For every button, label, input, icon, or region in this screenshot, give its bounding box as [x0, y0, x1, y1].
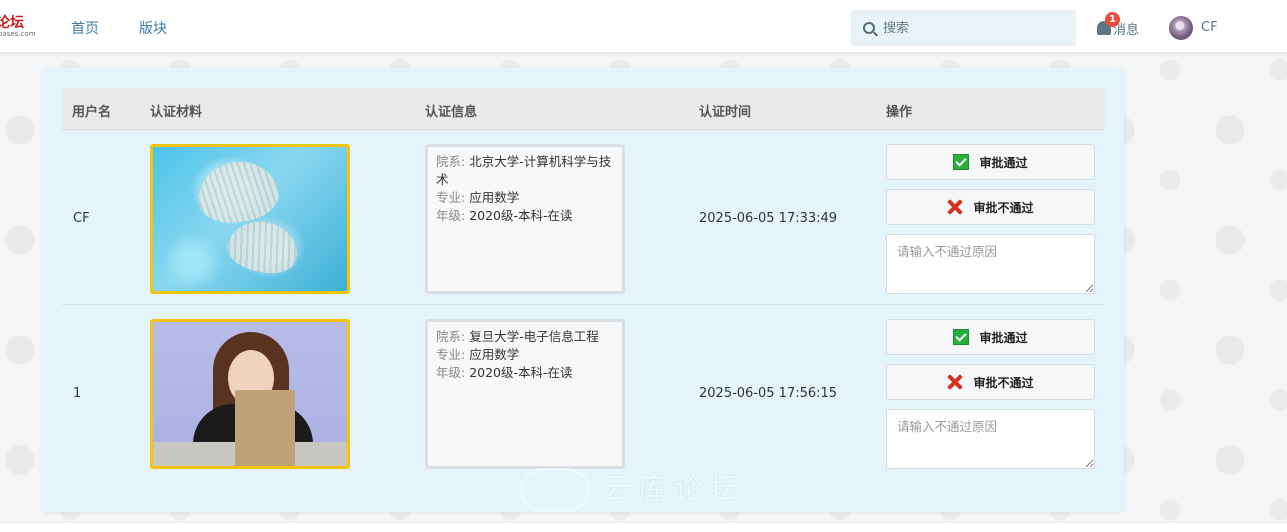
watermark-text: 云库论坛	[602, 472, 746, 507]
info-grade-value: 2020级-本科-在读	[469, 208, 573, 223]
top-navbar: 论坛 bases.com 首页 版块 消息 1 CF	[0, 0, 1287, 53]
info-dept-value: 复旦大学-电子信息工程	[469, 329, 599, 344]
approve-label: 审批通过	[979, 330, 1028, 345]
info-key: 年级:	[436, 365, 466, 380]
row-username: CF	[73, 211, 90, 226]
verification-time: 2025-06-05 17:33:49	[699, 211, 838, 226]
info-key: 院系:	[436, 154, 466, 169]
table-row: CF 院系: 北京大学-计算机科学与技术 专业: 应用数学 年级: 2020级-…	[62, 131, 1105, 305]
user-name-link[interactable]: CF	[1201, 20, 1218, 35]
logo-subtext: bases.com	[0, 30, 36, 38]
verification-time: 2025-06-05 17:56:15	[699, 386, 838, 401]
column-header-material: 认证材料	[150, 105, 203, 120]
shell-shape	[223, 215, 303, 279]
reject-button[interactable]: 审批不通过	[886, 364, 1095, 400]
footer-strip	[0, 522, 1287, 532]
cross-icon	[947, 374, 963, 390]
reject-label: 审批不通过	[973, 375, 1034, 390]
info-major-value: 应用数学	[469, 347, 520, 362]
reject-label: 审批不通过	[973, 200, 1034, 215]
approve-button[interactable]: 审批通过	[886, 319, 1095, 355]
user-avatar[interactable]	[1169, 16, 1193, 40]
table-row: 1 院系: 复旦大学-电子信息工程 专业: 应用数学 年级: 2020级-本科-…	[62, 306, 1105, 480]
column-header-actions: 操作	[886, 105, 913, 120]
approve-label: 审批通过	[979, 155, 1028, 170]
logo-text: 论坛	[0, 15, 24, 31]
reject-button[interactable]: 审批不通过	[886, 189, 1095, 225]
info-key: 专业:	[436, 347, 466, 362]
info-major-value: 应用数学	[469, 190, 520, 205]
reject-reason-input[interactable]	[886, 409, 1095, 469]
cloud-icon	[520, 468, 590, 512]
approve-button[interactable]: 审批通过	[886, 144, 1095, 180]
nav-home-link[interactable]: 首页	[71, 18, 99, 38]
notification-badge: 1	[1105, 12, 1120, 27]
cross-icon	[947, 199, 963, 215]
info-key: 专业:	[436, 190, 466, 205]
search-icon	[863, 22, 875, 34]
verification-card: 用户名 认证材料 认证信息 认证时间 操作 CF 院系: 北京大学-计算机科学与…	[42, 68, 1124, 512]
person-holding-book-image[interactable]	[150, 319, 350, 469]
search-box[interactable]	[851, 10, 1076, 46]
row-username: 1	[73, 386, 82, 401]
search-input[interactable]	[883, 20, 1063, 36]
nav-boards-link[interactable]: 版块	[139, 18, 167, 38]
reject-reason-input[interactable]	[886, 234, 1095, 294]
verification-info-box: 院系: 复旦大学-电子信息工程 专业: 应用数学 年级: 2020级-本科-在读	[425, 319, 625, 469]
shell-shape	[194, 156, 282, 228]
info-grade-value: 2020级-本科-在读	[469, 365, 573, 380]
check-icon	[953, 329, 970, 345]
site-logo[interactable]: 论坛 bases.com	[0, 12, 40, 42]
site-watermark: 云库论坛	[520, 460, 780, 520]
column-header-time: 认证时间	[699, 105, 752, 120]
photo-book-shape	[235, 390, 295, 466]
column-header-username: 用户名	[72, 105, 112, 120]
verification-info-box: 院系: 北京大学-计算机科学与技术 专业: 应用数学 年级: 2020级-本科-…	[425, 144, 625, 294]
column-header-info: 认证信息	[425, 105, 478, 120]
seashells-image[interactable]	[150, 144, 350, 294]
check-icon	[953, 154, 970, 170]
info-key: 院系:	[436, 329, 466, 344]
info-key: 年级:	[436, 208, 466, 223]
table-header: 用户名 认证材料 认证信息 认证时间 操作	[62, 88, 1105, 130]
